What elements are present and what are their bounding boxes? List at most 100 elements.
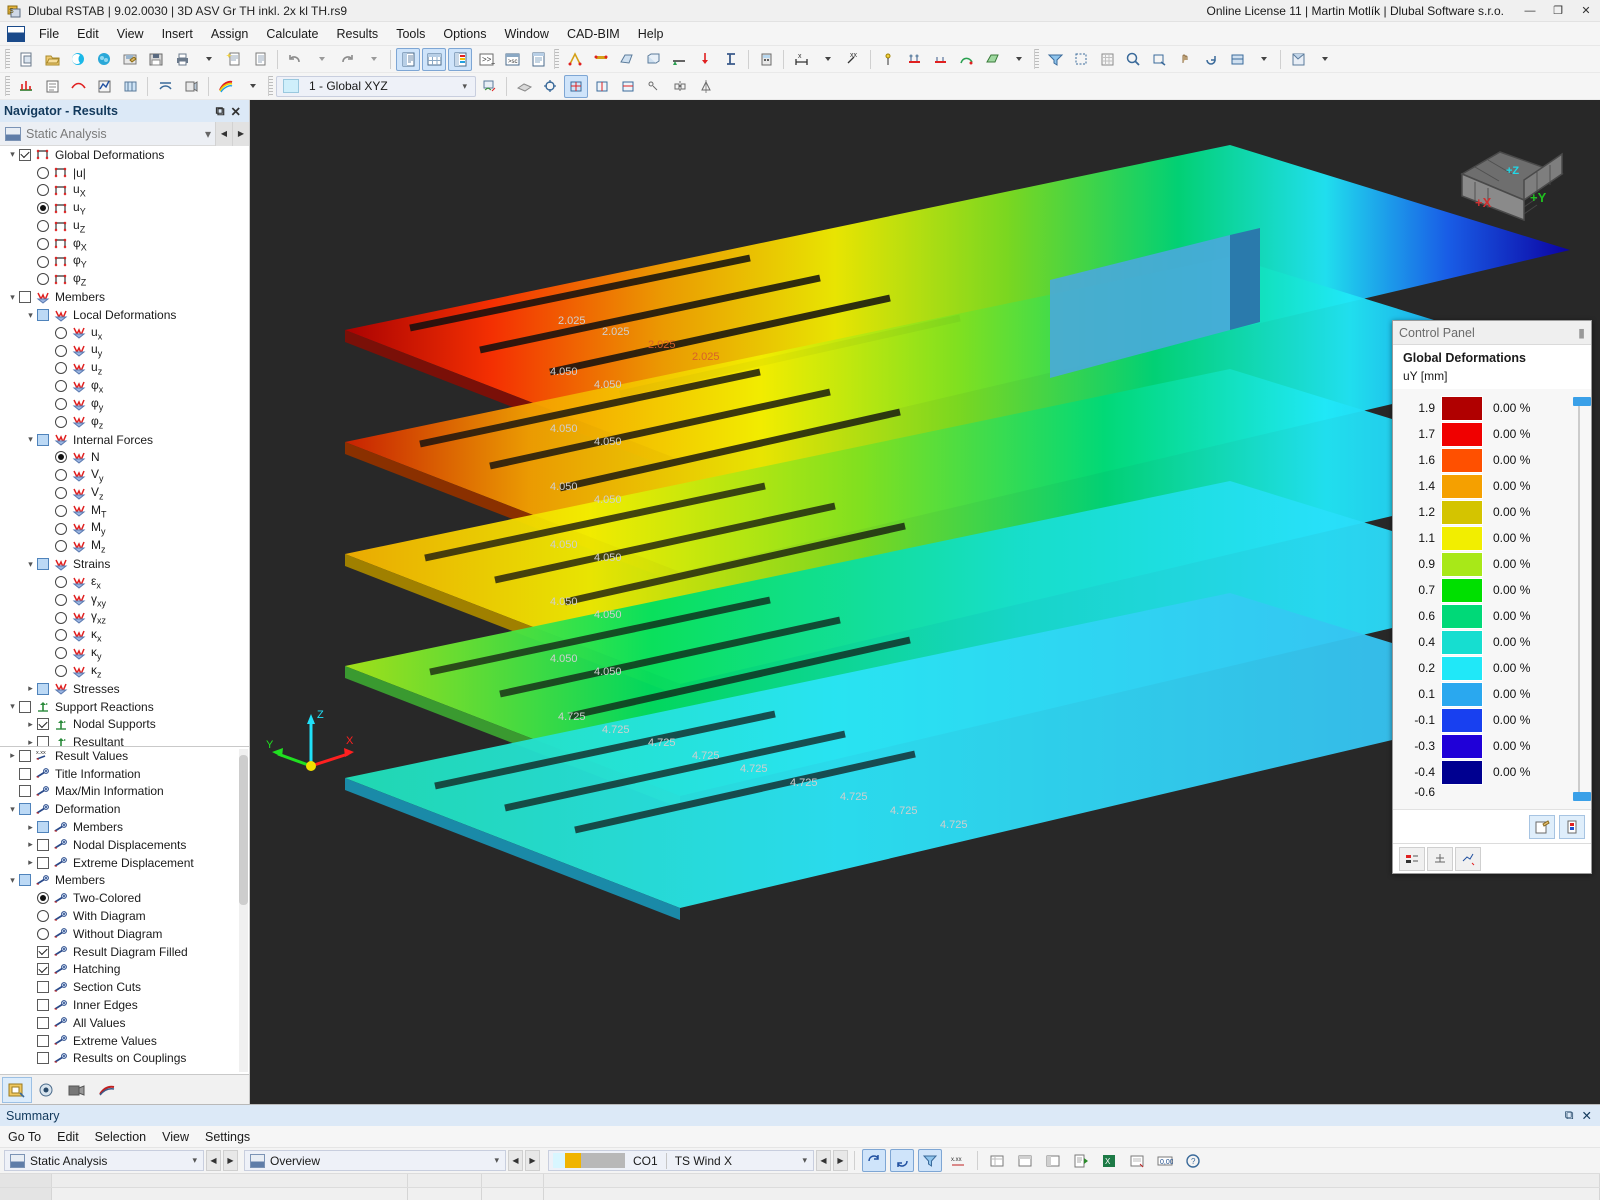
tree-control[interactable] bbox=[19, 785, 35, 798]
tree-item[interactable]: ▾ Support Reactions bbox=[0, 698, 249, 716]
tree-control[interactable] bbox=[55, 362, 71, 375]
tree-expander[interactable] bbox=[42, 611, 55, 624]
tree-expander[interactable] bbox=[42, 593, 55, 606]
summary-undock-icon[interactable]: ⧉ bbox=[1565, 1108, 1574, 1123]
tree-expander[interactable] bbox=[24, 273, 37, 286]
tree-control[interactable] bbox=[37, 821, 53, 834]
chevron-down-icon[interactable]: ▾ bbox=[796, 1155, 813, 1166]
tree-expander[interactable] bbox=[24, 255, 37, 268]
printout-report-icon[interactable] bbox=[248, 48, 272, 71]
tree-item[interactable]: Mz bbox=[0, 538, 249, 556]
node-place-icon[interactable] bbox=[876, 48, 900, 71]
tree-control[interactable] bbox=[55, 326, 71, 339]
color-scale-row[interactable]: -0.4 0.00 % bbox=[1397, 759, 1587, 785]
result-diagram-icon[interactable] bbox=[92, 75, 116, 98]
tree-control[interactable] bbox=[37, 202, 53, 215]
tree-expander[interactable] bbox=[6, 785, 19, 798]
color-scale[interactable]: 1.9 0.00 % 1.7 0.00 % 1.6 0.00 % 1.4 0.00 % 1.2 0… bbox=[1393, 389, 1591, 809]
tree-expander[interactable] bbox=[24, 963, 37, 976]
summary-menu-edit[interactable]: Edit bbox=[49, 1128, 87, 1146]
summary-analysis-next[interactable]: ▶ bbox=[223, 1150, 238, 1171]
color-scale-row[interactable]: 1.2 0.00 % bbox=[1397, 499, 1587, 525]
tree-item[interactable]: φY bbox=[0, 253, 249, 271]
color-scale-row[interactable]: 0.7 0.00 % bbox=[1397, 577, 1587, 603]
tree-item[interactable]: Without Diagram bbox=[0, 925, 249, 943]
support-hinge-icon[interactable] bbox=[928, 48, 952, 71]
scale-swatch[interactable] bbox=[1441, 707, 1483, 733]
color-scale-row[interactable]: 1.4 0.00 % bbox=[1397, 473, 1587, 499]
tree-expander[interactable] bbox=[42, 469, 55, 482]
tree-control[interactable] bbox=[19, 874, 35, 887]
tree-expander[interactable]: ▸ bbox=[24, 821, 37, 834]
col-header-description[interactable]: Description bbox=[52, 1188, 408, 1200]
tree-control[interactable] bbox=[55, 647, 71, 660]
tree-item[interactable]: ▾ Global Deformations bbox=[0, 146, 249, 164]
tree-expander[interactable] bbox=[24, 981, 37, 994]
color-scale-dropdown-icon[interactable] bbox=[240, 75, 264, 98]
tree-item[interactable]: ▸ Members bbox=[0, 818, 249, 836]
menu-tools[interactable]: Tools bbox=[387, 24, 434, 44]
chevron-down-icon[interactable]: ▾ bbox=[201, 127, 215, 141]
color-scale-row[interactable]: 1.9 0.00 % bbox=[1397, 395, 1587, 421]
menu-calculate[interactable]: Calculate bbox=[257, 24, 327, 44]
tree-item[interactable]: Two-Colored bbox=[0, 889, 249, 907]
tree-control[interactable] bbox=[37, 999, 53, 1012]
tree-item[interactable]: ▾ Members bbox=[0, 872, 249, 890]
summary-sync-icon[interactable] bbox=[890, 1149, 914, 1172]
member-elastic-icon[interactable] bbox=[954, 48, 978, 71]
display-properties-tree[interactable]: ▸ x.xx Result Values Title Information Max/M… bbox=[0, 746, 249, 1074]
color-scale-row[interactable]: -0.3 0.00 % bbox=[1397, 733, 1587, 759]
tree-control[interactable] bbox=[37, 838, 53, 851]
tree-expander[interactable] bbox=[24, 1052, 37, 1065]
tree-item[interactable]: ux bbox=[0, 324, 249, 342]
tree-item[interactable]: ▾ Strains bbox=[0, 555, 249, 573]
tree-control[interactable] bbox=[19, 148, 35, 161]
save-icon[interactable] bbox=[144, 48, 168, 71]
tree-expander[interactable] bbox=[24, 1016, 37, 1029]
summary-table-view2-icon[interactable] bbox=[1013, 1149, 1037, 1172]
control-panel[interactable]: Control Panel ▮ Global Deformations uY [… bbox=[1392, 320, 1592, 874]
tree-expander[interactable] bbox=[24, 999, 37, 1012]
summary-table-next[interactable]: ▶ bbox=[525, 1150, 540, 1171]
tab-model-icon[interactable] bbox=[2, 1076, 32, 1103]
summary-table[interactable]: Description Value Unit Notes Maximum def… bbox=[0, 1174, 1600, 1200]
cross-section-icon[interactable] bbox=[719, 48, 743, 71]
cloud-sync-icon[interactable] bbox=[92, 48, 116, 71]
new-printout-report-icon[interactable] bbox=[222, 48, 246, 71]
color-scale-row[interactable]: 0.2 0.00 % bbox=[1397, 655, 1587, 681]
tree-expander[interactable] bbox=[24, 892, 37, 905]
col-header-unit[interactable]: Unit bbox=[482, 1188, 544, 1200]
tree-control[interactable] bbox=[55, 344, 71, 357]
command-line-icon[interactable]: >>_ bbox=[474, 48, 498, 71]
tree-expander[interactable]: ▸ bbox=[6, 749, 19, 762]
tree-control[interactable] bbox=[37, 945, 53, 958]
color-scale-row[interactable]: 0.1 0.00 % bbox=[1397, 681, 1587, 707]
tree-item[interactable]: Result Diagram Filled bbox=[0, 943, 249, 961]
summary-loadcase-next[interactable]: ▶ bbox=[833, 1150, 848, 1171]
tree-control[interactable] bbox=[19, 767, 35, 780]
tree-expander[interactable] bbox=[42, 576, 55, 589]
menu-insert[interactable]: Insert bbox=[153, 24, 202, 44]
menu-file[interactable]: File bbox=[30, 24, 68, 44]
toolbar-grip-2[interactable] bbox=[554, 49, 559, 69]
tree-item[interactable]: Inner Edges bbox=[0, 996, 249, 1014]
member-set-icon[interactable] bbox=[589, 48, 613, 71]
scale-swatch[interactable] bbox=[1441, 473, 1483, 499]
tree-control[interactable] bbox=[55, 451, 71, 464]
tree-control[interactable] bbox=[55, 469, 71, 482]
tree-control[interactable] bbox=[37, 1034, 53, 1047]
tree-control[interactable] bbox=[37, 1016, 53, 1029]
scale-swatch[interactable] bbox=[1441, 525, 1483, 551]
maximize-button[interactable]: ❐ bbox=[1544, 0, 1572, 22]
zoom-in-icon[interactable] bbox=[1121, 48, 1145, 71]
tree-item[interactable]: Vz bbox=[0, 484, 249, 502]
tree-expander[interactable] bbox=[24, 184, 37, 197]
tree-control[interactable] bbox=[37, 433, 53, 446]
tab-display-icon[interactable] bbox=[32, 1077, 62, 1103]
tree-item[interactable]: φy bbox=[0, 395, 249, 413]
symmetry-icon[interactable] bbox=[694, 75, 718, 98]
redo-icon[interactable] bbox=[335, 48, 359, 71]
scale-swatch[interactable] bbox=[1441, 733, 1483, 759]
tree-expander[interactable] bbox=[42, 398, 55, 411]
tree-item[interactable]: ▾ Local Deformations bbox=[0, 306, 249, 324]
